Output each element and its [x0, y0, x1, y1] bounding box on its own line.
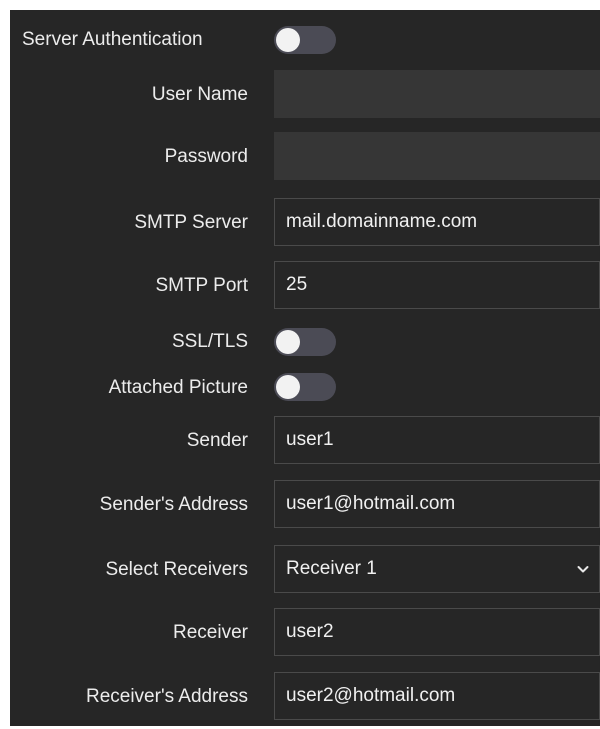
sender-address-row: Sender's Address user1@hotmail.com [10, 480, 600, 530]
password-row: Password [10, 132, 600, 182]
user-name-row: User Name [10, 70, 600, 120]
password-label: Password [164, 146, 248, 167]
server-authentication-label: Server Authentication [22, 29, 203, 50]
smtp-port-field[interactable]: 25 [274, 261, 600, 309]
toggle-knob [276, 28, 300, 52]
server-authentication-row: Server Authentication [10, 18, 600, 62]
receiver-address-row: Receiver's Address user2@hotmail.com [10, 672, 600, 722]
smtp-server-field[interactable]: mail.domainname.com [274, 198, 600, 246]
password-field[interactable] [274, 132, 600, 180]
email-settings-panel: Server Authentication User Name Password… [10, 10, 600, 726]
receiver-field[interactable]: user2 [274, 608, 600, 656]
attached-picture-toggle[interactable] [274, 373, 336, 401]
attached-picture-label: Attached Picture [108, 377, 248, 398]
user-name-label: User Name [151, 84, 248, 105]
toggle-knob [276, 330, 300, 354]
select-receivers-dropdown[interactable]: Receiver 1 [274, 545, 600, 593]
receiver-address-field[interactable]: user2@hotmail.com [274, 672, 600, 720]
select-receivers-label: Select Receivers [105, 559, 248, 580]
receiver-row: Receiver user2 [10, 608, 600, 658]
ssl-tls-row: SSL/TLS [10, 320, 600, 364]
ssl-tls-toggle[interactable] [274, 328, 336, 356]
sender-row: Sender user1 [10, 416, 600, 466]
smtp-port-label: SMTP Port [155, 275, 248, 296]
smtp-server-row: SMTP Server mail.domainname.com [10, 198, 600, 248]
select-receivers-value: Receiver 1 [286, 558, 377, 579]
chevron-down-icon [575, 561, 591, 577]
select-receivers-row: Select Receivers Receiver 1 [10, 545, 600, 595]
receiver-label: Receiver [173, 622, 248, 643]
sender-address-label: Sender's Address [99, 494, 248, 515]
smtp-server-label: SMTP Server [134, 212, 248, 233]
ssl-tls-label: SSL/TLS [171, 331, 248, 352]
attached-picture-row: Attached Picture [10, 366, 600, 410]
smtp-port-row: SMTP Port 25 [10, 261, 600, 311]
user-name-field[interactable] [274, 70, 600, 118]
server-authentication-toggle[interactable] [274, 26, 336, 54]
receiver-address-label: Receiver's Address [85, 686, 248, 707]
sender-field[interactable]: user1 [274, 416, 600, 464]
toggle-knob [276, 375, 300, 399]
sender-label: Sender [186, 430, 248, 451]
sender-address-field[interactable]: user1@hotmail.com [274, 480, 600, 528]
